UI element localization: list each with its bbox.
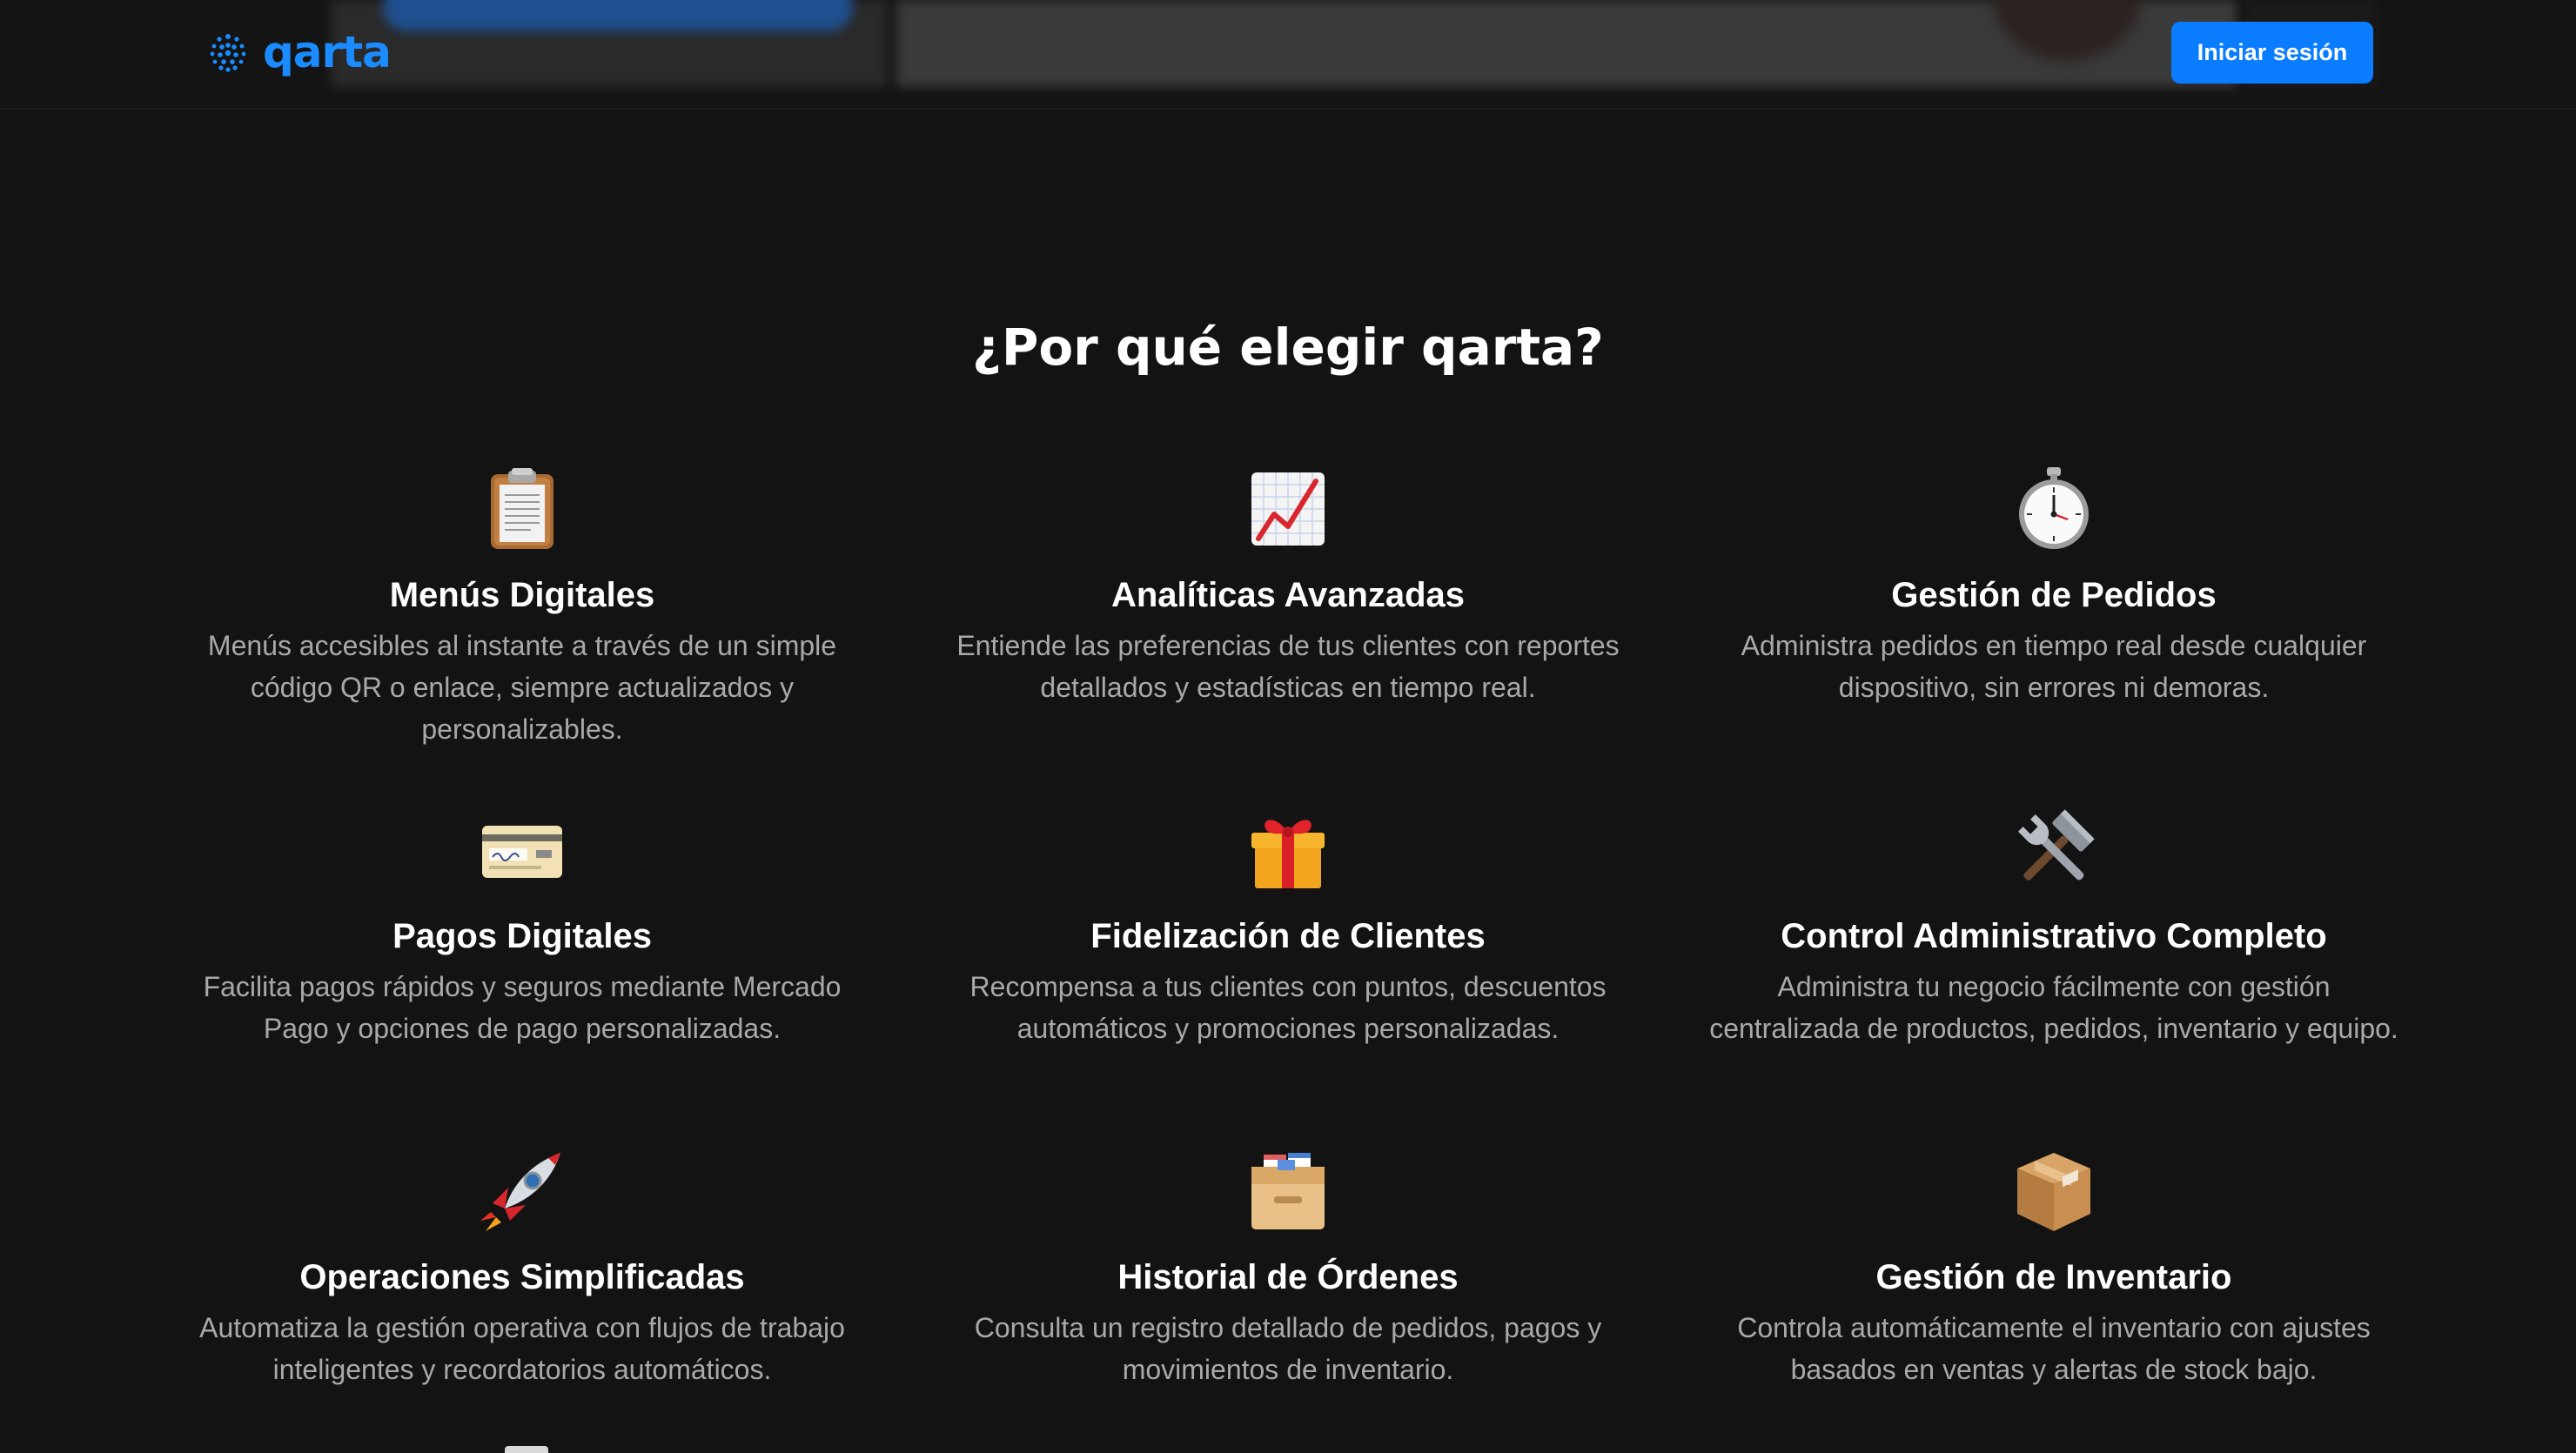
- feature-title: Control Administrativo Completo: [1781, 917, 2327, 955]
- feature-title: Menús Digitales: [389, 576, 655, 614]
- card-file-box-icon: [1240, 1143, 1336, 1239]
- feature-title: Gestión de Inventario: [1875, 1258, 2232, 1296]
- logo-link[interactable]: qarta: [207, 26, 392, 78]
- feature-card: Menús Digitales Menús accesibles al inst…: [157, 461, 888, 748]
- feature-description: Administra tu negocio fácilmente con ges…: [1709, 971, 2398, 1044]
- feature-card: Operaciones Simplificadas Automatiza la …: [157, 1143, 888, 1430]
- feature-title: Fidelización de Clientes: [1090, 917, 1486, 955]
- feature-description: Controla automáticamente el inventario c…: [1737, 1312, 2371, 1385]
- feature-description: Facilita pagos rápidos y seguros mediant…: [203, 971, 842, 1044]
- feature-description: Administra pedidos en tiempo real desde …: [1741, 630, 2367, 703]
- login-button[interactable]: Iniciar sesión: [2171, 22, 2373, 84]
- stopwatch-icon: [2006, 461, 2102, 557]
- feature-description: Recompensa a tus clientes con puntos, de…: [969, 971, 1607, 1044]
- feature-title: Gestión de Pedidos: [1891, 576, 2217, 614]
- feature-description: Consulta un registro detallado de pedido…: [974, 1312, 1602, 1385]
- next-feature-icon: [505, 1446, 548, 1453]
- feature-card: Fidelización de Clientes Recompensa a tu…: [922, 802, 1654, 1089]
- features-grid: Menús Digitales Menús accesibles al inst…: [157, 461, 2419, 1430]
- feature-card: Historial de Órdenes Consulta un registr…: [922, 1143, 1654, 1430]
- feature-description: Menús accesibles al instante a través de…: [207, 630, 837, 745]
- top-header: qarta Iniciar sesión: [0, 0, 2576, 110]
- section-title: ¿Por qué elegir qarta?: [972, 318, 1604, 377]
- feature-title: Pagos Digitales: [392, 917, 652, 955]
- credit-card-icon: [474, 802, 570, 898]
- package-icon: [2006, 1143, 2102, 1239]
- feature-description: Entiende las preferencias de tus cliente…: [956, 630, 1620, 703]
- feature-card: Pagos Digitales Facilita pagos rápidos y…: [157, 802, 888, 1089]
- hammer-wrench-icon: [2006, 802, 2102, 898]
- logo-dots-icon: [210, 34, 246, 72]
- feature-description: Automatiza la gestión operativa con fluj…: [199, 1312, 845, 1385]
- feature-title: Operaciones Simplificadas: [299, 1258, 745, 1296]
- gift-icon: [1240, 802, 1336, 898]
- feature-card: Gestión de Pedidos Administra pedidos en…: [1688, 461, 2419, 748]
- logo-text: qarta: [263, 27, 392, 77]
- clipboard-icon: [474, 461, 570, 557]
- background-preview-button: [383, 0, 853, 31]
- chart-increasing-icon: [1240, 461, 1336, 557]
- feature-card: Control Administrativo Completo Administ…: [1688, 802, 2419, 1089]
- feature-card: Analíticas Avanzadas Entiende las prefer…: [922, 461, 1654, 748]
- feature-card: Gestión de Inventario Controla automátic…: [1688, 1143, 2419, 1430]
- feature-title: Historial de Órdenes: [1117, 1258, 1459, 1296]
- feature-title: Analíticas Avanzadas: [1110, 576, 1466, 614]
- landing-page: qarta Iniciar sesión ¿Por qué elegir qar…: [0, 0, 2576, 1453]
- rocket-icon: [474, 1143, 570, 1239]
